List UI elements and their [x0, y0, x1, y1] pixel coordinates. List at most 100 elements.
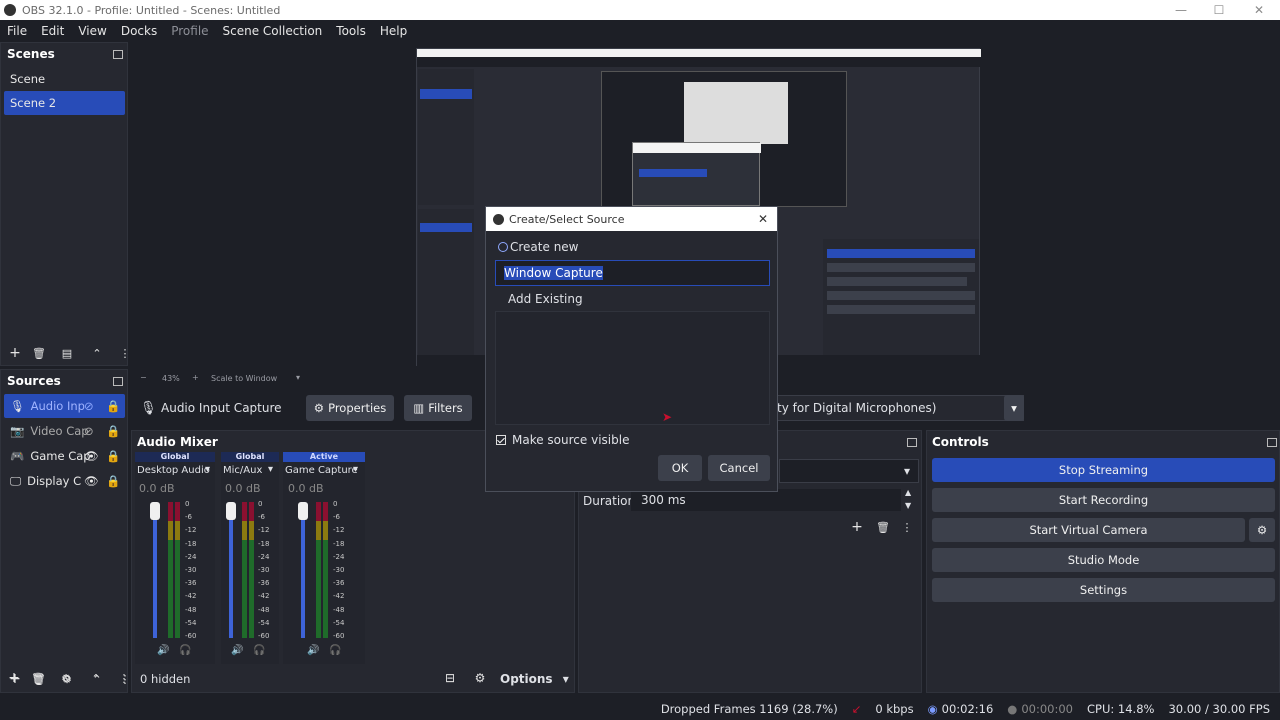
existing-sources-list[interactable]: ➤ — [495, 311, 770, 425]
remove-transition-icon[interactable]: 🗑 — [875, 519, 891, 535]
more-icon[interactable]: ⋮ — [117, 345, 133, 361]
volume-slider-handle[interactable] — [226, 502, 236, 520]
close-window-icon[interactable]: ✕ — [1240, 0, 1278, 20]
chevron-down-icon[interactable]: ▾ — [1004, 395, 1024, 421]
menu-profile[interactable]: Profile — [164, 24, 215, 38]
source-item-audio[interactable]: 🎙 Audio Inp ⊘ 🔒 — [4, 394, 125, 418]
ok-button[interactable]: OK — [658, 455, 702, 481]
speaker-icon[interactable]: 🔊 — [307, 645, 319, 656]
undock-icon[interactable] — [113, 50, 123, 59]
camera-icon: 📷 — [10, 424, 25, 438]
add-existing-option[interactable]: Add Existing — [508, 292, 583, 306]
spin-up-icon[interactable]: ▲ — [905, 488, 911, 497]
source-name-input[interactable]: Window Capture — [495, 260, 770, 286]
radio-icon[interactable] — [498, 242, 508, 252]
channel-volume-db: 0.0 dB — [139, 482, 175, 495]
eye-icon[interactable]: 👁 — [84, 474, 99, 488]
lock-icon[interactable]: 🔒 — [106, 424, 120, 438]
volume-slider-track[interactable] — [301, 502, 305, 638]
studio-mode-button[interactable]: Studio Mode — [932, 548, 1275, 572]
source-item-display[interactable]: 🖵 Display C 👁 🔒 — [4, 469, 125, 493]
headphones-icon[interactable]: 🎧 — [253, 645, 265, 656]
zoom-out-icon[interactable]: − — [140, 373, 147, 382]
add-transition-icon[interactable]: + — [849, 519, 865, 535]
speaker-icon[interactable]: 🔊 — [231, 645, 243, 656]
zoom-in-icon[interactable]: + — [192, 373, 199, 382]
move-up-icon[interactable]: ⌃ — [88, 670, 104, 686]
visibility-hidden-icon[interactable]: ⊘ — [84, 399, 94, 413]
source-item-game[interactable]: 🎮 Game Cap 👁 🔒 — [4, 444, 125, 468]
menu-edit[interactable]: Edit — [34, 24, 71, 38]
lock-icon[interactable]: 🔒 — [106, 399, 120, 413]
nested-studio-mode — [827, 291, 975, 300]
cpu-usage: CPU: 14.8% — [1087, 701, 1155, 716]
mixer-channel-mic-aux: Global Mic/Aux ▾ 0.0 dB 0 -6 -12 -18 -24 -30-… — [221, 452, 279, 664]
status-bar: Dropped Frames 1169 (28.7%) ↙ 0 kbps ◉ 0… — [0, 697, 1280, 720]
trash-icon[interactable]: 🗑 — [30, 670, 46, 686]
chevron-down-icon[interactable]: ▾ — [205, 464, 210, 475]
menu-file[interactable]: File — [0, 24, 34, 38]
properties-button[interactable]: ⚙ Properties — [306, 395, 394, 421]
more-icon[interactable]: ⋮ — [116, 670, 132, 686]
menu-docks[interactable]: Docks — [114, 24, 164, 38]
hidden-count: 0 hidden — [140, 672, 191, 686]
device-select[interactable]: ty for Digital Microphones) — [776, 395, 1024, 421]
scale-mode[interactable]: Scale to Window — [211, 374, 277, 383]
headphones-icon[interactable]: 🎧 — [329, 645, 341, 656]
advanced-audio-icon[interactable]: ⚙ — [472, 670, 488, 686]
menu-view[interactable]: View — [71, 24, 113, 38]
undock-icon[interactable] — [113, 377, 123, 386]
layout-toggle-icon[interactable]: ⊟ — [442, 670, 458, 686]
lock-icon[interactable]: 🔒 — [106, 449, 120, 463]
chevron-down-icon[interactable]: ▾ — [296, 373, 300, 382]
chevron-down-icon[interactable]: ▾ — [353, 464, 358, 475]
lock-icon[interactable]: 🔒 — [106, 474, 120, 488]
gear-icon[interactable]: ⚙ — [58, 670, 74, 686]
chevron-down-icon[interactable]: ▾ — [268, 464, 273, 475]
more-icon[interactable]: ⋮ — [899, 519, 915, 535]
scene-item-scene[interactable]: Scene — [4, 67, 125, 91]
scene-filter-icon[interactable]: ▤ — [59, 345, 75, 361]
settings-button[interactable]: Settings — [932, 578, 1275, 602]
volume-slider-handle[interactable] — [298, 502, 308, 520]
streaming-icon: ◉ — [927, 701, 938, 716]
channel-name: Desktop Audio — [137, 465, 210, 476]
make-visible-label: Make source visible — [512, 433, 630, 447]
cancel-button[interactable]: Cancel — [708, 455, 770, 481]
move-up-icon[interactable]: ⌃ — [89, 345, 105, 361]
options-button[interactable]: Options ▾ — [500, 672, 569, 686]
remove-scene-icon[interactable]: 🗑 — [31, 345, 47, 361]
create-new-option[interactable]: Create new — [498, 240, 579, 254]
dialog-close-icon[interactable]: ✕ — [758, 212, 768, 226]
transition-select[interactable]: ▾ — [779, 459, 919, 483]
eye-icon[interactable]: 👁 — [84, 449, 99, 463]
channel-tag: Global — [221, 452, 279, 462]
minimize-icon[interactable]: — — [1162, 0, 1200, 20]
duration-input[interactable]: 300 ms — [631, 489, 901, 511]
filters-button[interactable]: ▥ Filters — [404, 395, 472, 421]
headphones-icon[interactable]: 🎧 — [179, 645, 191, 656]
stop-streaming-button[interactable]: Stop Streaming — [932, 458, 1275, 482]
make-visible-checkbox[interactable]: Make source visible — [496, 433, 629, 447]
visibility-hidden-icon[interactable]: ⊘ — [84, 424, 94, 438]
volume-slider-handle[interactable] — [150, 502, 160, 520]
checkbox-icon[interactable] — [496, 435, 506, 445]
volume-slider-track[interactable] — [229, 502, 233, 638]
undock-icon[interactable] — [907, 438, 917, 447]
volume-slider-track[interactable] — [153, 502, 157, 638]
spin-down-icon[interactable]: ▼ — [905, 501, 911, 510]
maximize-icon[interactable]: ☐ — [1200, 0, 1238, 20]
add-scene-icon[interactable]: + — [7, 345, 23, 361]
undock-icon[interactable] — [1267, 438, 1277, 447]
menu-scene-collection[interactable]: Scene Collection — [216, 24, 330, 38]
virtual-camera-settings-icon[interactable]: ⚙ — [1249, 518, 1275, 542]
start-virtual-camera-button[interactable]: Start Virtual Camera — [932, 518, 1245, 542]
source-item-video[interactable]: 📷 Video Cap ⊘ 🔒 — [4, 419, 125, 443]
add-icon[interactable]: + — [6, 670, 22, 686]
speaker-icon[interactable]: 🔊 — [157, 645, 169, 656]
scene-item-scene-2[interactable]: Scene 2 — [4, 91, 125, 115]
menu-tools[interactable]: Tools — [329, 24, 373, 38]
channel-name: Mic/Aux — [223, 465, 263, 476]
start-recording-button[interactable]: Start Recording — [932, 488, 1275, 512]
menu-help[interactable]: Help — [373, 24, 414, 38]
